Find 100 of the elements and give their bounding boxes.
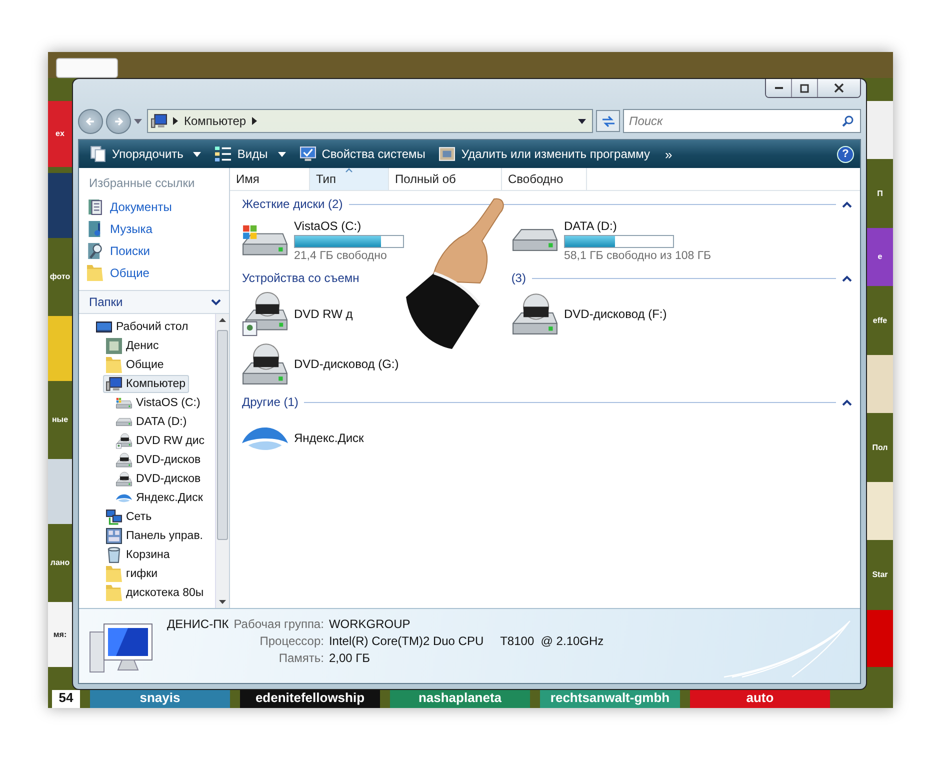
breadcrumb-item[interactable]: Компьютер: [184, 114, 246, 128]
tile-text: мя:: [53, 630, 67, 639]
tree-item[interactable]: Панель управ.: [103, 526, 206, 544]
collapse-chevron-icon[interactable]: [842, 274, 852, 282]
free-space-text: 21,4 ГБ свободно: [294, 250, 388, 262]
tree-item[interactable]: Компьютер: [103, 374, 189, 392]
more-commands-button[interactable]: »: [659, 146, 678, 162]
scrollbar[interactable]: [215, 314, 229, 608]
tree-item[interactable]: DATA (D:): [113, 412, 190, 430]
list-view-icon: [215, 146, 232, 162]
group-count[interactable]: (3): [511, 271, 526, 285]
toolbar-button[interactable]: Упорядочить: [85, 143, 206, 165]
toolbar-button[interactable]: Удалить или изменить программу: [434, 143, 656, 165]
group-title[interactable]: Жесткие диски (2): [242, 197, 343, 211]
disc-drive-icon[interactable]: [242, 291, 288, 337]
collapse-chevron-icon[interactable]: [842, 200, 852, 208]
minimize-button[interactable]: [766, 79, 792, 97]
toolbar-button[interactable]: Виды: [210, 143, 291, 165]
dropdown-caret-icon[interactable]: [578, 118, 586, 124]
drive-name[interactable]: DATA (D:): [564, 218, 712, 232]
tile-text: effe: [872, 316, 888, 325]
tree-item[interactable]: Рабочий стол: [93, 318, 192, 336]
property-label: Процессор:: [258, 634, 324, 648]
music-note-icon: [87, 221, 103, 237]
favorite-link[interactable]: Поиски: [79, 240, 229, 262]
search-field[interactable]: Поиск: [623, 109, 861, 133]
help-button[interactable]: ?: [837, 146, 854, 162]
program-box-icon: [439, 146, 456, 162]
address-field[interactable]: Компьютер: [147, 109, 593, 133]
search-icon[interactable]: [842, 115, 854, 127]
scroll-down-icon[interactable]: [219, 600, 226, 604]
recycle-bin-icon: [106, 546, 122, 562]
group-title[interactable]: Другие (1): [242, 395, 298, 409]
refresh-arrows-icon: [602, 116, 614, 126]
group-title[interactable]: Устройства со съемн: [242, 271, 360, 285]
tree-item[interactable]: DVD-дисков: [113, 470, 204, 488]
tree-item[interactable]: Денис: [103, 336, 162, 354]
folder-icon: [106, 566, 122, 582]
property-label: Рабочая группа:: [234, 617, 324, 631]
drive-name[interactable]: DVD-дисковод (G:): [294, 357, 399, 371]
favorite-link[interactable]: Музыка: [79, 218, 229, 240]
disc-drive-icon: [116, 470, 132, 486]
property-value: 2,00 ГБ: [328, 651, 372, 665]
tree-item[interactable]: Сеть: [103, 508, 155, 526]
property-value: Intel(R) Core(TM)2 Duo CPU T8100 @ 2.10GHz: [328, 634, 604, 648]
tree-item[interactable]: DVD RW дис: [113, 432, 208, 450]
maximize-icon: [800, 84, 809, 92]
banner-text: nashaplaneta: [418, 690, 502, 706]
back-button[interactable]: [78, 108, 103, 134]
tree-item[interactable]: Яндекс.Диск: [113, 488, 206, 506]
column-header[interactable]: Полный об: [389, 168, 502, 190]
tile-text: ные: [52, 415, 68, 424]
caret-icon: [278, 152, 286, 156]
history-caret-icon[interactable]: [134, 118, 142, 124]
maximize-button[interactable]: [792, 79, 818, 97]
property-value: WORKGROUP: [328, 617, 412, 631]
breadcrumb-arrow-icon[interactable]: [173, 117, 178, 125]
monitor-icon: [96, 318, 112, 334]
back-arrow-icon: [86, 116, 95, 126]
collapse-chevron-icon[interactable]: [842, 398, 852, 406]
scroll-up-icon[interactable]: [219, 318, 226, 322]
pages-icon: [90, 146, 106, 162]
breadcrumb-arrow-icon[interactable]: [252, 117, 258, 125]
column-header[interactable]: Тип: [310, 168, 389, 190]
search-icon: [87, 243, 103, 259]
tile-text: Пол: [872, 443, 888, 452]
chevron-down-icon: [211, 298, 221, 306]
computer-icon: [106, 376, 122, 392]
favorite-link[interactable]: Документы: [79, 196, 229, 218]
tree-item[interactable]: гифки: [103, 564, 161, 582]
forward-button[interactable]: [106, 108, 131, 134]
property-label: Память:: [278, 651, 324, 665]
computer-icon: [151, 113, 167, 129]
disc-drive-icon[interactable]: [242, 341, 288, 387]
toolbar-button[interactable]: Свойства системы: [294, 143, 430, 165]
tree-item[interactable]: Корзина: [103, 546, 173, 564]
control-panel-icon: [106, 528, 122, 544]
forward-arrow-icon: [114, 116, 123, 126]
computer-name: ДЕНИС-ПК: [167, 617, 229, 631]
close-button[interactable]: [818, 79, 860, 97]
drive-name[interactable]: Яндекс.Диск: [294, 431, 364, 445]
tree-item[interactable]: дискотека 80ы: [103, 584, 207, 602]
drive-name[interactable]: DVD-дисковод (F:): [564, 307, 667, 321]
disc-drive-icon[interactable]: [512, 291, 558, 337]
close-icon: [834, 83, 844, 93]
tree-item[interactable]: VistaOS (C:): [113, 394, 204, 412]
tile-text: e: [878, 252, 882, 262]
tile-text: лано: [50, 558, 70, 568]
drive-name[interactable]: DVD RW д: [294, 307, 353, 321]
column-header[interactable]: Свободно: [502, 168, 587, 190]
favorite-link[interactable]: Общие: [79, 262, 229, 284]
folders-header[interactable]: Папки: [79, 290, 229, 314]
monitor-check-icon: [300, 146, 316, 162]
disc-drive-icon: [116, 432, 132, 448]
caret-icon: [193, 152, 202, 156]
drive-name[interactable]: VistaOS (C:): [294, 218, 404, 232]
tree-item[interactable]: Общие: [103, 356, 167, 374]
tree-item[interactable]: DVD-дисков: [113, 450, 204, 468]
disc-drive-icon: [116, 452, 132, 468]
refresh-button[interactable]: [596, 110, 620, 132]
